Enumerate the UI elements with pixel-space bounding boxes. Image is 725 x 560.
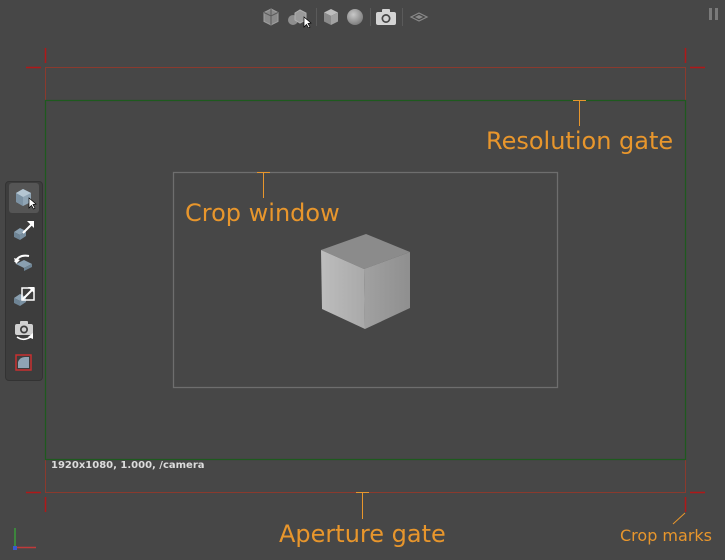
label-pointers: [257, 100, 686, 525]
crop-marks-label: Crop marks: [620, 526, 712, 545]
select-tool-icon[interactable]: [9, 183, 39, 213]
scale-tool-icon[interactable]: [9, 282, 39, 312]
camera-orbit-icon[interactable]: [9, 315, 39, 345]
viewport-info-text: 1920x1080, 1.000, /camera: [51, 460, 205, 471]
side-toolbar: [5, 181, 43, 381]
aperture-gate-label: Aperture gate: [279, 520, 446, 548]
axis-gizmo-icon: [13, 528, 36, 550]
cube-object: [321, 234, 410, 329]
crop-tool-icon[interactable]: [9, 348, 39, 378]
viewport[interactable]: [0, 0, 725, 560]
move-tool-icon[interactable]: [9, 216, 39, 246]
rotate-tool-icon[interactable]: [9, 249, 39, 279]
crop-window-label: Crop window: [185, 199, 340, 227]
resolution-gate-label: Resolution gate: [486, 127, 674, 155]
